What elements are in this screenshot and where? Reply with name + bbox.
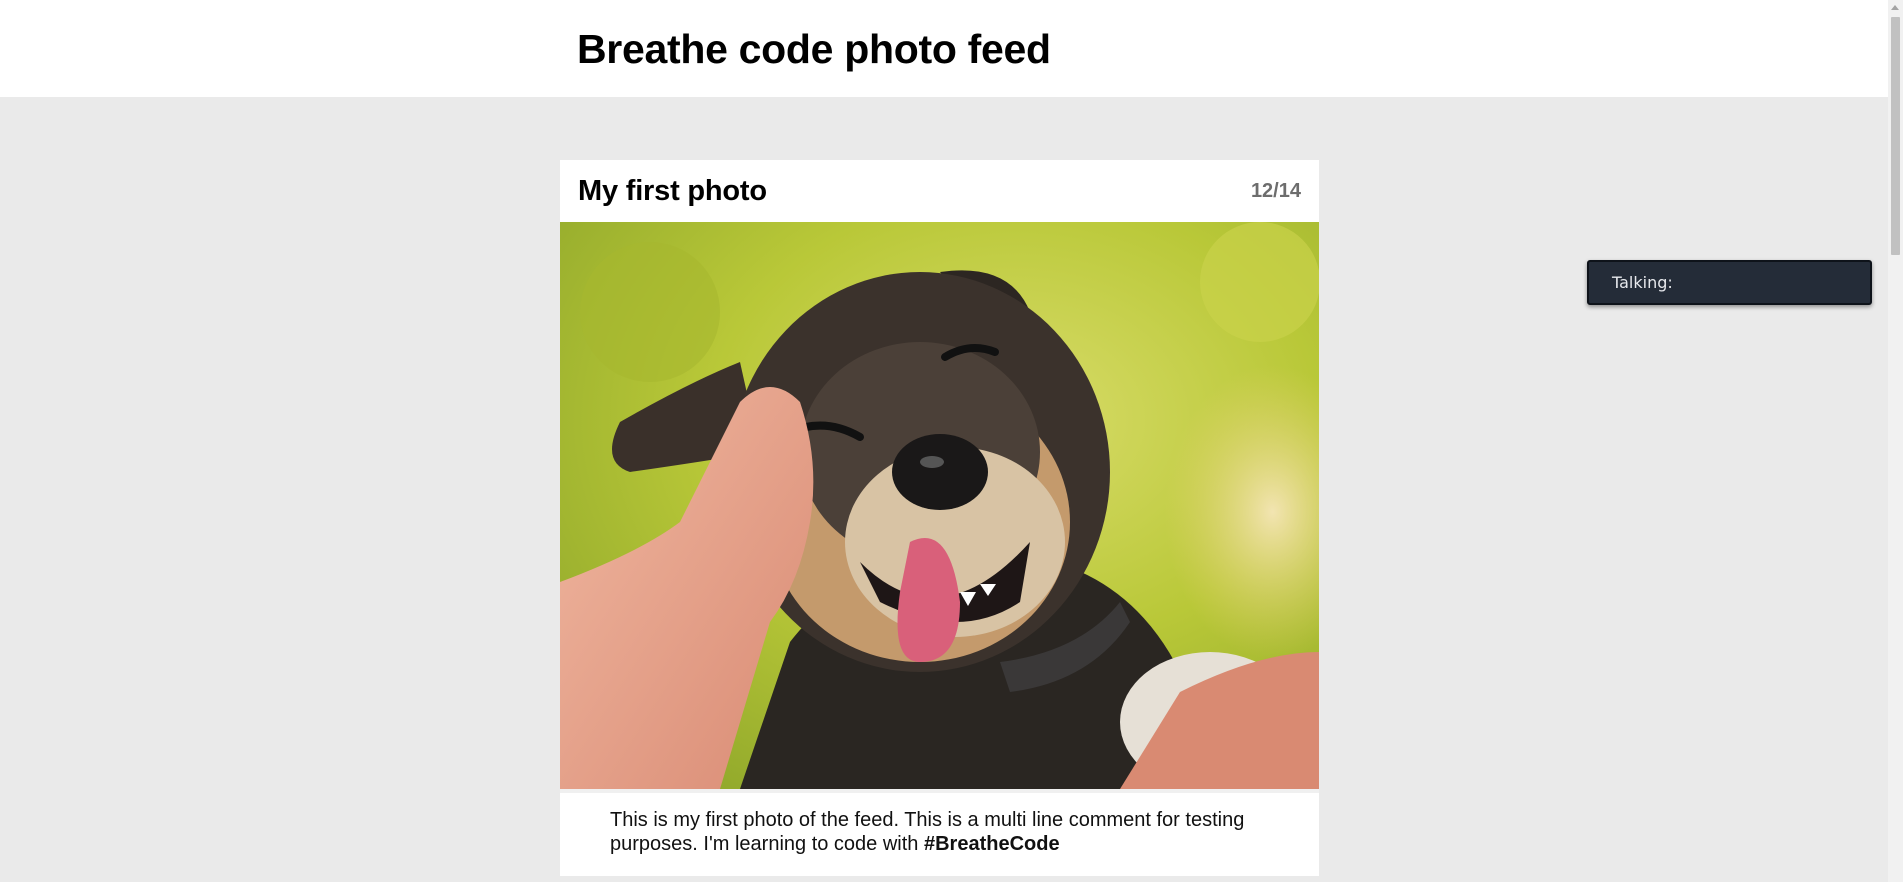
talking-label: Talking: — [1612, 273, 1673, 292]
post-divider — [560, 789, 1319, 793]
post-photo[interactable] — [560, 222, 1319, 789]
scroll-thumb[interactable] — [1891, 17, 1900, 255]
site-title: Breathe code photo feed — [577, 26, 1051, 72]
photo-post-card: My first photo 12/14 This is my first ph… — [560, 160, 1319, 876]
talking-widget[interactable]: Talking: — [1587, 260, 1872, 305]
post-counter: 12/14 — [1250, 180, 1301, 202]
post-header: My first photo 12/14 — [560, 160, 1319, 222]
post-title: My first photo — [578, 175, 767, 207]
post-caption: This is my first photo of the feed. This… — [610, 808, 1290, 856]
dog-photo-illustration — [560, 222, 1319, 789]
scroll-up-arrow-icon[interactable] — [1891, 5, 1899, 10]
caption-hashtag[interactable]: #BreatheCode — [924, 833, 1060, 855]
vertical-scrollbar[interactable] — [1888, 0, 1903, 882]
top-header-bar: Breathe code photo feed — [0, 0, 1888, 97]
